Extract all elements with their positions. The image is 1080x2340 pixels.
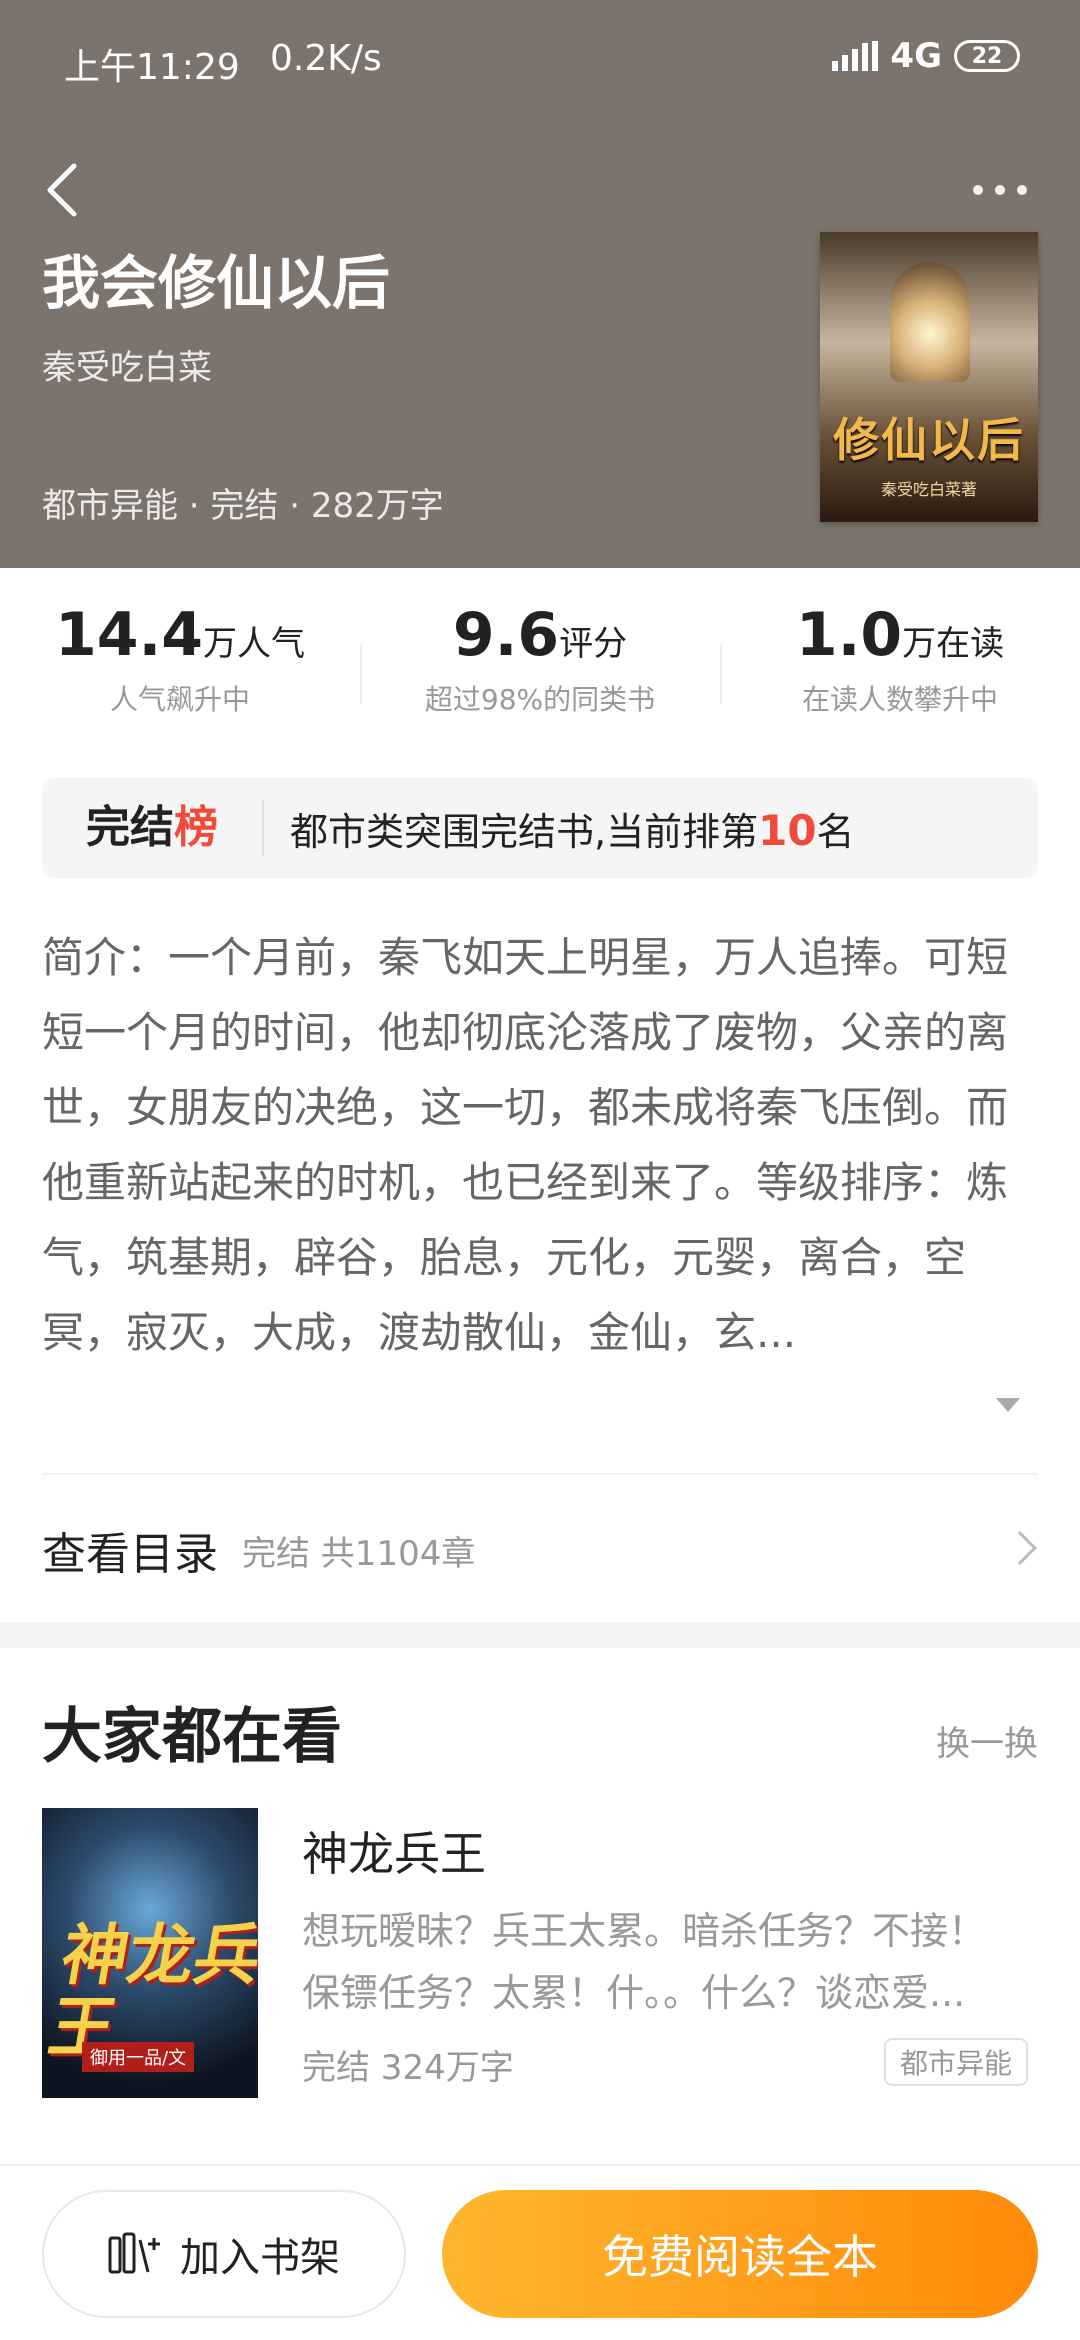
more-options-icon[interactable] [960, 170, 1040, 210]
book-header: 上午11:29 0.2K/s 4G 22 我会修仙以后 秦受吃白菜 都市异能 ·… [0, 0, 1080, 568]
cover-author: 秦受吃白菜著 [880, 480, 977, 499]
book-cover: 修仙以后 秦受吃白菜著 [820, 232, 1038, 522]
bottom-action-bar: 加入书架 免费阅读全本 [0, 2164, 1080, 2340]
book-intro[interactable]: 简介：一个月前，秦飞如天上明星，万人追捧。可短短一个月的时间，他却彻底沦落成了废… [42, 920, 1042, 1445]
stat-value: 9.6 [452, 600, 560, 670]
stat-sub: 在读人数攀升中 [801, 683, 998, 716]
book-author[interactable]: 秦受吃白菜 [42, 340, 212, 389]
toc-label: 查看目录 [42, 1529, 218, 1580]
recommend-title: 大家都在看 [42, 1702, 342, 1772]
rank-number: 10 [758, 805, 817, 855]
rank-tag-part2: 榜 [174, 802, 218, 853]
stat-sub: 人气飙升中 [109, 683, 250, 716]
status-icons: 4G 22 [832, 36, 1020, 76]
stat-unit: 万人气 [203, 624, 306, 664]
rank-text-after: 名 [816, 809, 855, 854]
status-bar: 上午11:29 0.2K/s 4G 22 [0, 0, 1080, 120]
recommended-book-tag: 都市异能 [883, 2038, 1028, 2086]
back-icon[interactable] [40, 160, 84, 220]
stat-popularity: 14.4万人气 人气飙升中 [0, 600, 360, 740]
network-speed: 0.2K/s [270, 38, 382, 79]
recommended-book-cover[interactable]: 神龙兵王 御用一品/文 [42, 1808, 258, 2098]
recommended-book-title[interactable]: 神龙兵王 [302, 1818, 486, 1884]
rank-banner[interactable]: 完结榜 都市类突围完结书,当前排第10名 [42, 778, 1038, 878]
signal-icon [832, 41, 879, 71]
stat-readers: 1.0万在读 在读人数攀升中 [720, 600, 1080, 740]
stat-value: 14.4 [54, 600, 204, 670]
free-read-label: 免费阅读全本 [602, 2230, 878, 2284]
rank-text: 都市类突围完结书,当前排第10名 [264, 801, 855, 856]
section-gap [0, 1622, 1080, 1648]
recommended-cover-author: 御用一品/文 [82, 2042, 195, 2072]
stat-unit: 万在读 [902, 624, 1005, 664]
book-title: 我会修仙以后 [42, 249, 391, 317]
toc-sub: 完结 共1104章 [242, 1533, 476, 1574]
free-read-button[interactable]: 免费阅读全本 [442, 2190, 1038, 2318]
status-time: 上午11:29 [64, 47, 240, 88]
stat-sub: 超过98%的同类书 [424, 683, 656, 716]
battery-icon: 22 [954, 40, 1020, 72]
add-to-shelf-button[interactable]: 加入书架 [42, 2190, 406, 2318]
bookshelf-icon [108, 2232, 162, 2276]
cover-figure [890, 262, 970, 382]
rank-tag-part1: 完结 [86, 802, 174, 853]
recommended-book-desc: 想玩暧昧？兵王太累。暗杀任务？不接！保镖任务？太累！什。。什么？谈恋爱... [302, 1909, 987, 2015]
network-type: 4G [890, 36, 942, 76]
expand-arrow-icon[interactable] [996, 1398, 1020, 1412]
rank-text-before: 都市类突围完结书,当前排第 [290, 809, 759, 854]
recommended-book-meta: 完结 324万字 [302, 2048, 514, 2088]
refresh-button[interactable]: 换一换 [936, 1716, 1038, 1765]
stat-unit: 评分 [559, 624, 628, 664]
cover-title: 修仙以后 [833, 413, 1025, 467]
table-of-contents-row[interactable]: 查看目录 完结 共1104章 [42, 1500, 1038, 1600]
stats-row: 14.4万人气 人气飙升中 9.6评分 超过98%的同类书 1.0万在读 在读人… [0, 600, 1080, 740]
stat-value: 1.0 [795, 600, 903, 670]
stat-rating: 9.6评分 超过98%的同类书 [360, 600, 720, 740]
add-to-shelf-label: 加入书架 [180, 2235, 340, 2281]
book-meta: 都市异能 · 完结 · 282万字 [42, 486, 444, 526]
rank-tag: 完结榜 [42, 800, 264, 856]
divider [42, 1473, 1038, 1475]
chevron-right-icon [1003, 1531, 1037, 1565]
